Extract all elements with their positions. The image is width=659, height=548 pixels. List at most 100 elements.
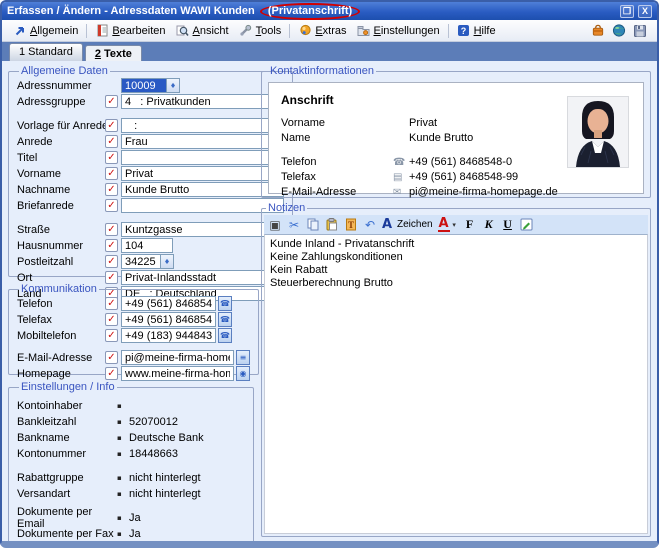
paste-icon[interactable]	[325, 218, 339, 232]
edit-check-icon[interactable]: ✓	[105, 151, 118, 164]
adressnummer-label: Adressnummer	[17, 80, 105, 92]
edit-check-icon[interactable]: ✓	[105, 351, 118, 364]
dial-fax-button[interactable]: ☎	[218, 312, 232, 327]
edit-check-icon[interactable]: ✓	[105, 255, 118, 268]
menu-tools-label: Tools	[256, 25, 282, 37]
nachname-input[interactable]	[121, 182, 284, 197]
close-button[interactable]: X	[638, 5, 652, 18]
strasse-input[interactable]	[121, 222, 271, 237]
vorname-input[interactable]	[121, 166, 284, 181]
bag-icon[interactable]	[591, 24, 605, 38]
edit-check-icon[interactable]: ✓	[105, 367, 118, 380]
right-column: Kontaktinformationen Anschrift Vorname P…	[261, 65, 651, 537]
info-row-kontoinhaber: Kontoinhaber ▪	[17, 398, 245, 413]
edit-check-icon[interactable]: ✓	[105, 183, 118, 196]
postleitzahl-input[interactable]	[121, 254, 161, 269]
email-label: E-Mail-Adresse	[17, 352, 105, 364]
menu-ansicht[interactable]: Ansicht	[171, 22, 234, 40]
vorlage-input[interactable]	[121, 118, 271, 133]
frame-icon[interactable]: ▣	[268, 218, 282, 232]
menu-hilfe[interactable]: ? Hilfe	[452, 22, 501, 40]
menu-separator	[448, 24, 449, 38]
kontakt-email-label: E-Mail-Adresse	[281, 186, 393, 198]
edit-note-icon[interactable]	[520, 218, 534, 232]
mobiltelefon-label: Mobiltelefon	[17, 330, 105, 342]
dokumente-fax-value: Ja	[129, 528, 141, 540]
save-icon[interactable]	[633, 24, 647, 38]
dokumente-email-label: Dokumente per Email	[17, 506, 117, 530]
anrede-input[interactable]	[121, 134, 284, 149]
dial-phone-button[interactable]: ☎	[218, 296, 232, 311]
edit-check-icon[interactable]: ✓	[105, 119, 118, 132]
open-homepage-button[interactable]: ◉	[236, 366, 250, 381]
fax-document-icon: ▤	[393, 172, 409, 183]
postleitzahl-label: Postleitzahl	[17, 256, 105, 268]
magnifier-icon	[176, 24, 190, 38]
briefanrede-label: Briefanrede	[17, 200, 105, 212]
adressnummer-spinner-button[interactable]: ♦	[167, 78, 180, 93]
undo-icon[interactable]: ↶	[363, 218, 377, 232]
adressnummer-input[interactable]	[121, 78, 167, 93]
paste-text-icon[interactable]: T	[344, 218, 358, 232]
font-color-caret-icon[interactable]: ▾	[451, 218, 458, 232]
tab-texte[interactable]: 2 Texte	[85, 45, 142, 61]
font-color-icon[interactable]: A	[438, 217, 450, 232]
ort-label: Ort	[17, 272, 105, 284]
menu-bearbeiten[interactable]: Bearbeiten	[90, 22, 170, 40]
title-bar: Erfassen / Ändern - Adressdaten WAWI Kun…	[2, 2, 657, 20]
contact-photo	[567, 96, 629, 168]
adressgruppe-label: Adressgruppe	[17, 96, 105, 108]
hausnummer-input[interactable]	[121, 238, 173, 253]
notes-toolbar: ▣ ✂ T ↶ A Zeichen A ▾ F	[264, 215, 648, 234]
edit-check-icon[interactable]: ✓	[105, 329, 118, 342]
telefon-input[interactable]	[121, 296, 216, 311]
field-row-telefon: Telefon ✓ ☎	[17, 296, 250, 311]
bankname-value: Deutsche Bank	[129, 432, 204, 444]
menu-bearbeiten-label: Bearbeiten	[112, 25, 165, 37]
tab-bar: 1 Standard 2 Texte	[2, 42, 657, 61]
vorlage-label: Vorlage für Anrede	[17, 120, 105, 132]
underline-icon[interactable]: U	[501, 218, 515, 232]
restore-button[interactable]: ❐	[620, 5, 634, 18]
dokumente-email-value: Ja	[129, 512, 141, 524]
edit-check-icon[interactable]: ✓	[105, 239, 118, 252]
italic-icon[interactable]: K	[482, 218, 496, 232]
postleitzahl-dropdown-button[interactable]: ♦	[161, 254, 174, 269]
edit-check-icon[interactable]: ✓	[105, 95, 118, 108]
globe-icon[interactable]	[612, 24, 626, 38]
copy-icon[interactable]	[306, 218, 320, 232]
mobiltelefon-input[interactable]	[121, 328, 216, 343]
bold-icon[interactable]: F	[463, 218, 477, 232]
notes-text-area[interactable]: Kunde Inland - Privatanschrift Keine Zah…	[264, 234, 648, 534]
anrede-label: Anrede	[17, 136, 105, 148]
titel-input[interactable]	[121, 150, 284, 165]
notepad-icon	[95, 24, 109, 38]
send-email-button[interactable]: ≡	[236, 350, 250, 365]
menu-bar: Allgemein Bearbeiten Ansicht Tools	[2, 20, 657, 42]
telefax-input[interactable]	[121, 312, 216, 327]
email-input[interactable]	[121, 350, 234, 365]
tab-standard[interactable]: 1 Standard	[9, 43, 83, 61]
menu-extras[interactable]: Extras	[293, 22, 351, 40]
kontakt-name-label: Name	[281, 132, 393, 144]
zeichen-label[interactable]: Zeichen	[397, 219, 433, 230]
fieldset-einstellungen-info-legend: Einstellungen / Info	[19, 381, 117, 393]
kontakt-vorname-label: Vorname	[281, 117, 393, 129]
font-icon[interactable]: A	[382, 218, 392, 232]
edit-check-icon[interactable]: ✓	[105, 199, 118, 212]
homepage-input[interactable]	[121, 366, 234, 381]
edit-check-icon[interactable]: ✓	[105, 167, 118, 180]
kontakt-row-email: E-Mail-Adresse ✉ pi@meine-firma-homepage…	[281, 185, 631, 199]
edit-check-icon[interactable]: ✓	[105, 297, 118, 310]
edit-check-icon[interactable]: ✓	[105, 313, 118, 326]
menu-einstellungen[interactable]: Einstellungen	[352, 22, 445, 40]
edit-check-icon[interactable]: ✓	[105, 135, 118, 148]
menu-tools[interactable]: Tools	[234, 22, 287, 40]
briefanrede-input[interactable]	[121, 198, 284, 213]
gem-icon	[298, 24, 312, 38]
cut-icon[interactable]: ✂	[287, 218, 301, 232]
adressgruppe-input[interactable]	[121, 94, 271, 109]
menu-allgemein[interactable]: Allgemein	[8, 22, 83, 40]
edit-check-icon[interactable]: ✓	[105, 223, 118, 236]
dial-mobile-button[interactable]: ☎	[218, 328, 232, 343]
